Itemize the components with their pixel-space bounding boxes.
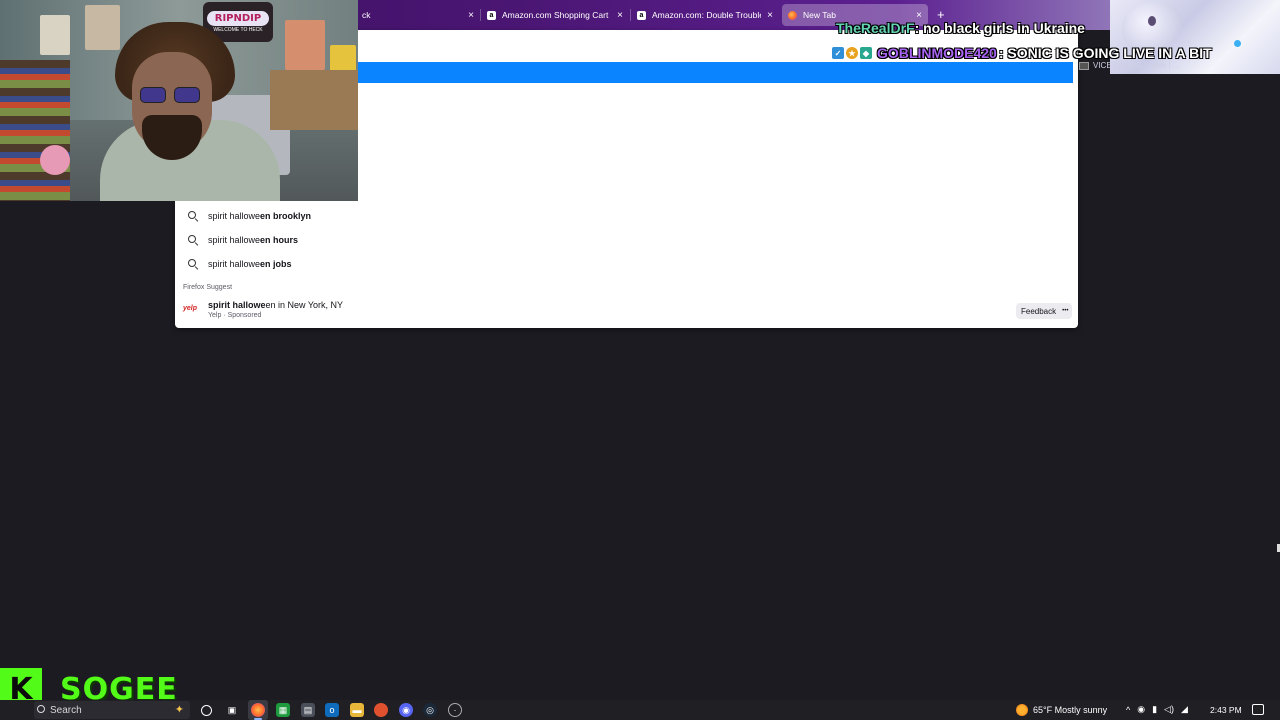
sign-subtext: WELCOME TO HECK (213, 27, 263, 33)
theme-gem-decoration (1234, 40, 1241, 47)
tab-previous[interactable]: ck × (356, 4, 480, 26)
yelp-logo-icon: yelp (183, 305, 198, 312)
meet-icon[interactable]: ◉ (1137, 704, 1145, 715)
vice-favicon-icon (1079, 61, 1089, 70)
chat-text: : no black girls in Ukraine (914, 20, 1085, 36)
app-icon[interactable]: · (448, 703, 462, 717)
close-tab-icon[interactable]: × (468, 10, 474, 21)
glasses-lens-right (174, 87, 200, 103)
theme-character-eye (1148, 16, 1156, 26)
chat-text: : SONIC IS GOING LIVE IN A BIT (998, 45, 1212, 61)
chat-message: TheRealDrF: no black girls in Ukraine (836, 20, 1085, 36)
suggestion-text: spirit halloween hours (208, 235, 299, 245)
search-icon (188, 259, 196, 267)
feedback-button[interactable]: Feedback ••• (1016, 303, 1073, 319)
sign-text: RIPNDIP (206, 11, 270, 26)
bookshelf (0, 60, 70, 201)
spreadsheet-app-icon[interactable]: ▦ (276, 703, 290, 717)
chat-badge-icon: ✓ (832, 47, 844, 59)
wall-poster (40, 15, 70, 55)
suggestion-text: spirit halloween jobs (208, 259, 292, 269)
taskbar-clock[interactable]: 2:43 PM (1210, 705, 1242, 715)
tab-amazon-double-trouble[interactable]: a Amazon.com: Double Trouble P × (631, 4, 779, 26)
glasses-icon (140, 87, 202, 103)
weather-widget[interactable]: 65°F Mostly sunny (1016, 704, 1107, 716)
wall-poster (85, 5, 120, 50)
suggestion-row[interactable]: spirit halloween brooklyn (175, 206, 1075, 226)
suggestion-row[interactable]: spirit halloween jobs (175, 254, 1075, 274)
task-view-icon[interactable]: ▣ (225, 703, 239, 717)
weather-text: 65°F Mostly sunny (1033, 705, 1108, 715)
tab-title: New Tab (803, 10, 836, 20)
chat-badge-icon: ★ (846, 47, 858, 59)
chevron-up-icon[interactable]: ^ (1126, 705, 1130, 715)
feedback-label: Feedback (1021, 306, 1057, 316)
search-icon (37, 705, 45, 713)
windows-taskbar: Search ✦ ▣ ▦ ▤ o ▬ ◉ ◎ · 65°F Mostly sun… (0, 700, 1280, 720)
outlook-icon[interactable]: o (325, 703, 339, 717)
sponsored-subtitle: Yelp · Sponsored (208, 312, 262, 319)
steam-icon[interactable]: ◎ (423, 703, 437, 717)
microphone-icon[interactable]: ▮ (1152, 704, 1157, 715)
file-explorer-icon[interactable]: ▬ (350, 703, 364, 717)
vice-result-text: VICE | United States | ... (1093, 61, 1180, 70)
suggestion-row[interactable]: spirit halloween hours (175, 230, 1075, 250)
system-tray: ^ ◉ ▮ ◁) ◢ (1126, 704, 1188, 715)
amazon-icon: a (637, 10, 646, 20)
taskbar-search-box[interactable]: Search ✦ (34, 701, 190, 719)
discord-icon[interactable]: ◉ (399, 703, 413, 717)
notification-center-icon[interactable] (1252, 704, 1264, 715)
tab-title: Amazon.com Shopping Cart (502, 10, 609, 20)
glasses-lens-left (140, 87, 166, 103)
sponsored-title: spirit halloween in New York, NY (208, 300, 344, 310)
network-icon[interactable]: ◢ (1181, 704, 1188, 715)
firefox-icon (788, 10, 797, 20)
chat-username: GOBLINMODE420 (877, 45, 997, 61)
app-icon[interactable] (374, 703, 388, 717)
dresser (270, 70, 358, 130)
firefox-icon[interactable] (251, 703, 265, 720)
suggestion-text: spirit halloween brooklyn (208, 211, 312, 221)
amazon-icon: a (487, 10, 496, 20)
search-icon (188, 211, 196, 219)
chat-badge-icon: ◆ (860, 47, 872, 59)
wall-poster (285, 20, 325, 70)
chat-message: ✓ ★ ◆ GOBLINMODE420 : SONIC IS GOING LIV… (832, 45, 1212, 61)
volume-icon[interactable]: ◁) (1164, 704, 1174, 715)
taskbar-search-placeholder: Search (50, 704, 82, 716)
firefox-suggest-label: Firefox Suggest (183, 284, 233, 291)
sponsored-suggestion-row[interactable]: yelp spirit halloween in New York, NY Ye… (175, 296, 1075, 326)
sun-weather-icon (1016, 704, 1028, 716)
chat-username: TheRealDrF (836, 20, 915, 36)
close-tab-icon[interactable]: × (617, 10, 623, 21)
cortana-icon[interactable] (201, 705, 212, 716)
more-options-icon[interactable]: ••• (1062, 308, 1068, 314)
close-tab-icon[interactable]: × (767, 10, 773, 21)
app-icon[interactable]: ▤ (301, 703, 315, 717)
vice-search-result[interactable]: VICE | United States | ... (1079, 61, 1179, 70)
webcam-overlay: RIPNDIP WELCOME TO HECK (0, 0, 358, 201)
plush-toy (40, 145, 70, 175)
tab-title: ck (362, 10, 371, 20)
copilot-sparkle-icon: ✦ (174, 704, 184, 716)
tab-title: Amazon.com: Double Trouble P (652, 10, 762, 20)
search-icon (188, 235, 196, 243)
close-tab-icon[interactable]: × (916, 10, 922, 21)
tab-amazon-cart[interactable]: a Amazon.com Shopping Cart × (481, 4, 629, 26)
